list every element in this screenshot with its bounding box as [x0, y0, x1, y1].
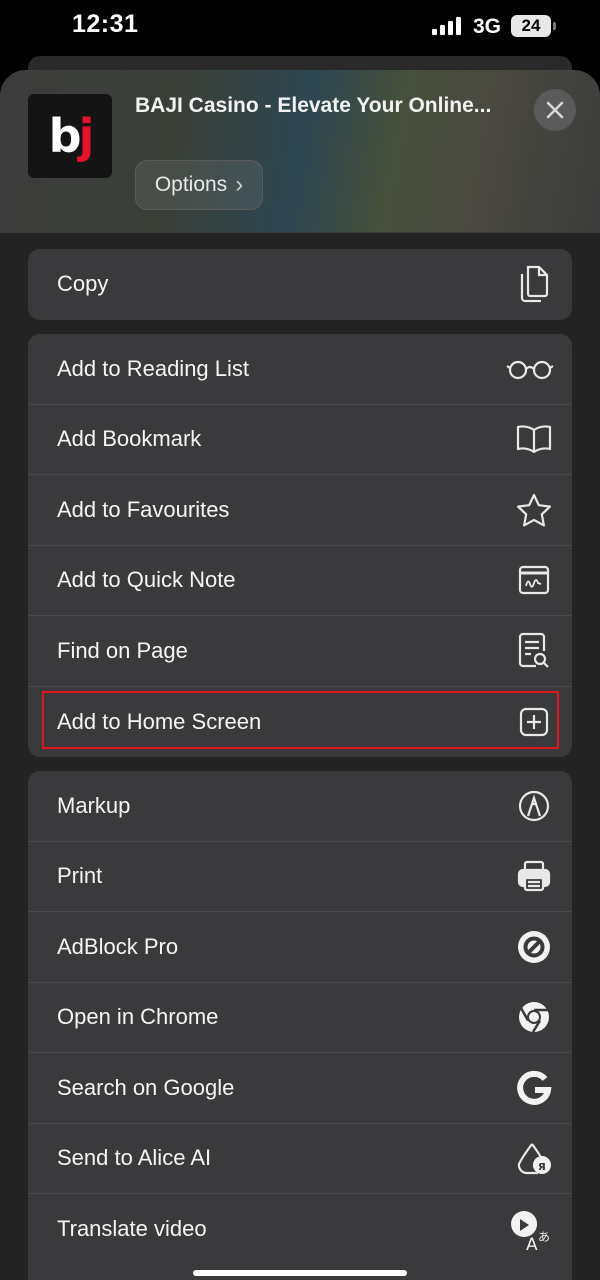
page-title: BAJI Casino - Elevate Your Online... [135, 94, 492, 117]
action-label: AdBlock Pro [57, 933, 179, 959]
book-icon [514, 419, 554, 459]
battery-icon: 24 [511, 15, 551, 37]
options-button[interactable]: Options › [135, 160, 263, 210]
action-row-markup[interactable]: Markup [28, 771, 572, 842]
status-time: 12:31 [72, 10, 139, 38]
action-row-bookmark[interactable]: Add Bookmark [28, 405, 572, 475]
action-row-print[interactable]: Print [28, 842, 572, 912]
action-group-extensions: Markup Print AdBlock Pro Open in Chrome … [28, 771, 572, 1280]
action-row-quick-note[interactable]: Add to Quick Note [28, 546, 572, 616]
options-label: Options [154, 173, 228, 196]
svg-text:あ: あ [538, 1230, 550, 1244]
site-logo: bj [28, 94, 112, 178]
action-label: Add to Favourites [57, 496, 230, 522]
quick-note-icon [514, 560, 554, 600]
printer-icon [514, 856, 554, 896]
svg-text:я: я [538, 1159, 546, 1173]
alice-icon: я [514, 1138, 554, 1178]
action-label: Open in Chrome [57, 1004, 219, 1030]
logo-letter-j: j [78, 109, 95, 163]
logo-letter-b: b [48, 109, 82, 163]
translate-video-icon: A あ [506, 1209, 554, 1251]
chrome-icon [514, 997, 554, 1037]
action-label: Search on Google [57, 1074, 235, 1100]
action-row-favourites[interactable]: Add to Favourites [28, 475, 572, 546]
home-indicator[interactable] [193, 1270, 407, 1276]
action-row-reading-list[interactable]: Add to Reading List [28, 334, 572, 405]
action-row-search-on-google[interactable]: Search on Google [28, 1053, 572, 1124]
action-row-open-in-chrome[interactable]: Open in Chrome [28, 983, 572, 1053]
copy-icon [514, 264, 554, 304]
close-icon [546, 101, 564, 119]
share-sheet-header: bj BAJI Casino - Elevate Your Online... … [0, 70, 600, 233]
action-label: Send to Alice AI [57, 1145, 212, 1171]
action-label: Add Bookmark [57, 426, 202, 452]
action-row-find-on-page[interactable]: Find on Page [28, 616, 572, 687]
action-row-adblock-pro[interactable]: AdBlock Pro [28, 912, 572, 983]
battery-cap [553, 22, 556, 30]
action-group-copy: Copy [28, 249, 572, 320]
action-row-copy[interactable]: Copy [28, 249, 572, 320]
action-label: Add to Quick Note [57, 567, 236, 593]
svg-text:A: A [526, 1235, 538, 1251]
highlight-annotation [42, 691, 559, 749]
action-label: Copy [57, 271, 109, 297]
signal-icon [432, 17, 461, 35]
action-label: Print [57, 863, 103, 889]
google-icon [514, 1068, 554, 1108]
glasses-icon [506, 349, 554, 389]
action-label: Find on Page [57, 637, 188, 663]
close-button[interactable] [534, 89, 576, 131]
action-row-translate-video[interactable]: Translate video A あ [28, 1194, 572, 1265]
action-row-send-to-alice[interactable]: Send to Alice AI я [28, 1124, 572, 1194]
action-label: Translate video [57, 1216, 207, 1242]
markup-icon [514, 786, 554, 826]
star-icon [514, 490, 554, 530]
battery-level: 24 [521, 16, 541, 35]
action-label: Markup [57, 792, 131, 818]
find-on-page-icon [514, 631, 554, 671]
action-label: Add to Reading List [57, 355, 250, 381]
chevron-right-icon: › [235, 171, 244, 198]
network-type: 3G [473, 15, 502, 38]
adblock-icon [514, 927, 554, 967]
status-bar: 12:31 3G 24 [0, 0, 600, 56]
